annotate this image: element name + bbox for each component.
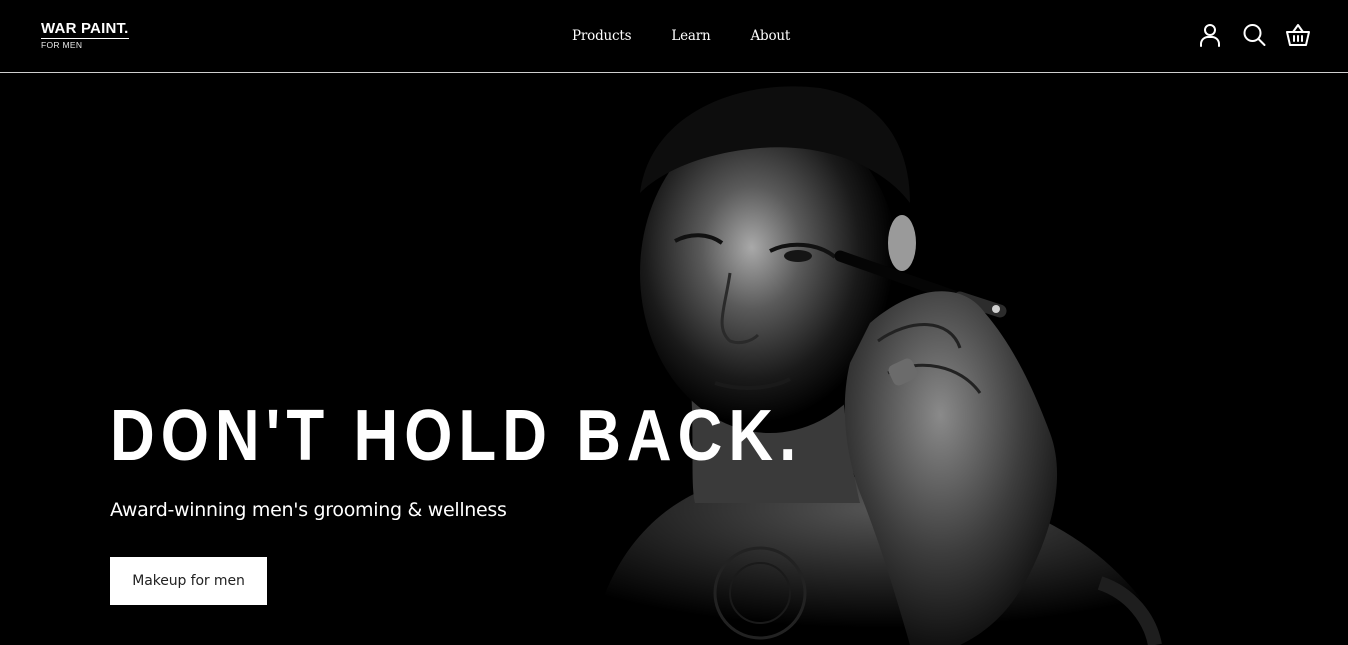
hero-banner: DON'T HOLD BACK. Award-winning men's gro… (0, 73, 1348, 645)
brand-logo[interactable]: WAR PAINT. FOR MEN (41, 21, 129, 50)
hero-subheadline: Award-winning men's grooming & wellness (110, 499, 507, 521)
header-icons (1198, 22, 1310, 48)
brand-tagline: FOR MEN (41, 40, 83, 50)
hero-image (440, 73, 1200, 645)
account-icon[interactable] (1198, 22, 1222, 48)
main-nav: Products Learn About (572, 27, 790, 45)
site-header: WAR PAINT. FOR MEN Products Learn About (0, 0, 1348, 73)
basket-icon[interactable] (1286, 22, 1310, 48)
brand-name: WAR PAINT. (41, 20, 129, 39)
nav-item-learn[interactable]: Learn (671, 27, 710, 45)
hero-headline: DON'T HOLD BACK. (110, 396, 803, 476)
nav-item-about[interactable]: About (750, 27, 790, 45)
nav-item-products[interactable]: Products (572, 27, 632, 45)
makeup-for-men-button[interactable]: Makeup for men (110, 557, 267, 605)
search-icon[interactable] (1242, 22, 1266, 48)
